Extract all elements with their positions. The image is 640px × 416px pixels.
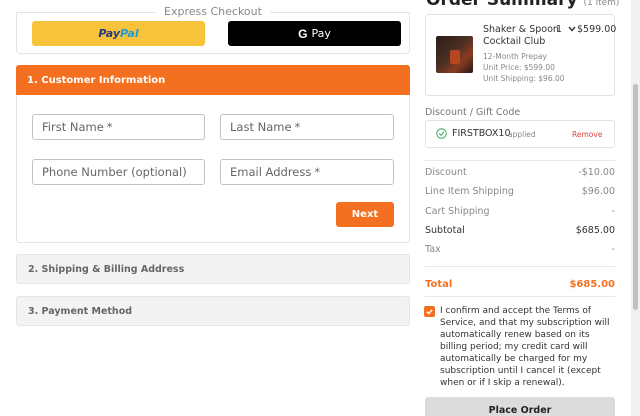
product-name: Shaker & Spoon Cocktail Club bbox=[483, 24, 559, 47]
product-plan: 12-Month Prepay bbox=[483, 52, 547, 61]
tax-label: Tax bbox=[425, 244, 441, 255]
order-summary-title: Order Summary (1 item) bbox=[426, 0, 620, 10]
quantity-select[interactable]: 1 bbox=[556, 24, 562, 35]
product-price: $599.00 bbox=[577, 24, 617, 35]
cart-shipping-value: - bbox=[611, 206, 615, 217]
order-item-count: (1 item) bbox=[583, 0, 620, 8]
phone-placeholder: Phone Number (optional) bbox=[42, 165, 187, 179]
google-pay-label: Pay bbox=[311, 27, 331, 40]
chevron-down-icon[interactable] bbox=[567, 24, 577, 34]
subtotal-value: $685.00 bbox=[575, 225, 615, 236]
last-name-required-mark: * bbox=[294, 120, 301, 134]
product-unit-shipping: Unit Shipping: $96.00 bbox=[483, 74, 565, 83]
paypal-logo-pay: Pay bbox=[98, 27, 121, 40]
email-placeholder: Email Address bbox=[230, 165, 312, 179]
customer-information-header[interactable]: 1. Customer Information bbox=[16, 65, 410, 95]
coupon-code: FIRSTBOX10 bbox=[452, 128, 511, 139]
line-item-shipping-label: Line Item Shipping bbox=[425, 186, 514, 197]
check-circle-icon bbox=[436, 128, 447, 139]
phone-field[interactable]: Phone Number (optional) bbox=[32, 159, 205, 185]
terms-divider bbox=[425, 296, 615, 297]
google-g-icon: G bbox=[298, 26, 308, 41]
discount-row-label: Discount bbox=[425, 167, 467, 178]
tax-value: - bbox=[611, 244, 615, 255]
remove-coupon-link[interactable]: Remove bbox=[572, 130, 602, 139]
shipping-billing-section[interactable]: 2. Shipping & Billing Address bbox=[16, 254, 410, 284]
first-name-field[interactable]: First Name * bbox=[32, 114, 205, 140]
payment-method-section[interactable]: 3. Payment Method bbox=[16, 296, 410, 326]
google-pay-button[interactable]: G Pay bbox=[228, 21, 401, 46]
paypal-logo-pal: Pal bbox=[120, 27, 139, 40]
discount-gift-code-label: Discount / Gift Code bbox=[425, 107, 521, 118]
paypal-button[interactable]: Pay Pal bbox=[32, 21, 205, 46]
checkmark-icon bbox=[426, 309, 433, 315]
next-button[interactable]: Next bbox=[336, 202, 394, 227]
scrollbar-thumb[interactable] bbox=[633, 84, 638, 310]
line-item-shipping-value: $96.00 bbox=[581, 186, 615, 197]
terms-text: I confirm and accept the Terms of Servic… bbox=[440, 306, 610, 388]
express-checkout-title: Express Checkout bbox=[16, 5, 410, 18]
last-name-placeholder: Last Name bbox=[230, 120, 292, 134]
coupon-status: applied bbox=[508, 130, 536, 139]
email-required-mark: * bbox=[314, 165, 321, 179]
total-label: Total bbox=[425, 279, 453, 290]
subtotal-label: Subtotal bbox=[425, 225, 465, 236]
product-image bbox=[436, 36, 473, 73]
first-name-placeholder: First Name bbox=[42, 120, 104, 134]
total-value: $685.00 bbox=[569, 279, 615, 290]
email-field[interactable]: Email Address * bbox=[220, 159, 394, 185]
cart-shipping-label: Cart Shipping bbox=[425, 206, 490, 217]
summary-divider bbox=[425, 160, 615, 161]
terms-checkbox[interactable] bbox=[424, 306, 435, 317]
first-name-required-mark: * bbox=[106, 120, 113, 134]
discount-row-value: -$10.00 bbox=[578, 167, 615, 178]
last-name-field[interactable]: Last Name * bbox=[220, 114, 394, 140]
total-divider bbox=[425, 266, 615, 267]
product-unit-price: Unit Price: $599.00 bbox=[483, 63, 555, 72]
place-order-button[interactable]: Place Order bbox=[425, 397, 615, 416]
